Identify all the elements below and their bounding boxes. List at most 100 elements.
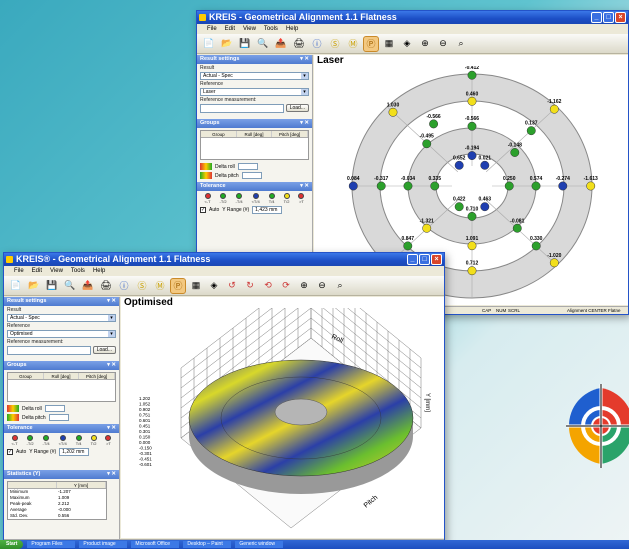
menu-help[interactable]: Help [286, 24, 298, 34]
yrange-field[interactable]: 1,423 mm [252, 206, 283, 214]
measure-m-icon[interactable]: Ⓜ [152, 278, 168, 294]
groups-table[interactable]: Group Roll [deg] Pitch [deg] [7, 372, 116, 402]
open-folder-icon[interactable]: 📂 [219, 36, 235, 52]
load-button[interactable]: Load... [285, 104, 309, 112]
flatness-3d-surface: 1.2021.0520.9020.7510.6010.4510.3010.150… [139, 308, 430, 529]
measure-m-icon[interactable]: Ⓜ [345, 36, 361, 52]
chevron-down-icon: ▾ [108, 315, 115, 321]
y-tick-label: 0.601 [139, 418, 151, 423]
maximize-button[interactable]: □ [419, 254, 430, 265]
zoom-in-icon[interactable]: ⊕ [417, 36, 433, 52]
front-window: KREIS® - Geometrical Alignment 1.1 Flatn… [3, 252, 445, 548]
delta-roll-label: Delta roll [22, 405, 42, 412]
taskbar-item[interactable]: Generic window [235, 541, 284, 548]
close-button[interactable]: × [431, 254, 442, 265]
3d-view-icon[interactable]: ◈ [399, 36, 415, 52]
delta-pitch-field[interactable] [241, 172, 262, 179]
new-file-icon[interactable]: 📄 [201, 36, 217, 52]
measure-s-icon[interactable]: Ⓢ [134, 278, 150, 294]
tolerance-legend: <-T -T/2 -T/4 <T/4 T/4 T/2 >T [4, 433, 119, 448]
auto-checkbox[interactable]: ✓ [200, 207, 206, 213]
reference-select[interactable]: Optimised ▾ [7, 330, 116, 338]
menu-view[interactable]: View [50, 266, 63, 276]
load-button[interactable]: Load... [92, 346, 116, 354]
zoom-out-icon[interactable]: ⊖ [314, 278, 330, 294]
delta-roll-field[interactable] [237, 163, 258, 170]
export-icon[interactable]: 📤 [80, 278, 96, 294]
menu-help[interactable]: Help [93, 266, 105, 276]
app-icon [6, 256, 13, 263]
measurement-value: 1.091 [466, 236, 479, 242]
ref-measurement-field[interactable] [200, 104, 284, 113]
measure-p-icon[interactable]: Ⓟ [363, 35, 379, 52]
info-icon[interactable]: ⓘ [116, 278, 132, 294]
result-select[interactable]: Actual - Spec ▾ [7, 314, 116, 322]
rotate-down-icon[interactable]: ⟳ [278, 278, 294, 294]
measurement-value: 0.084 [347, 176, 360, 182]
info-icon[interactable]: ⓘ [309, 36, 325, 52]
y-tick-label: 0.150 [139, 435, 151, 440]
measurement-value: 0.021 [479, 155, 492, 161]
menu-file[interactable]: File [14, 266, 24, 276]
menu-tools[interactable]: Tools [264, 24, 278, 34]
taskbar-item[interactable]: Program Files [27, 541, 76, 548]
measurement-value: 0.463 [479, 197, 492, 203]
print-icon[interactable]: 🖨 [291, 36, 307, 52]
print-preview-icon[interactable]: 🔍 [62, 278, 78, 294]
minimize-button[interactable]: _ [591, 12, 602, 23]
taskbar-item[interactable]: Microsoft Office [131, 541, 180, 548]
delta-pitch-field[interactable] [48, 414, 69, 421]
rotate-left-icon[interactable]: ↺ [224, 278, 240, 294]
measurement-point [586, 181, 596, 191]
result-label: Result [7, 307, 22, 313]
3d-view-icon[interactable]: ◈ [206, 278, 222, 294]
save-icon[interactable]: 💾 [44, 278, 60, 294]
menu-view[interactable]: View [243, 24, 256, 34]
save-icon[interactable]: 💾 [237, 36, 253, 52]
rotate-up-icon[interactable]: ⟲ [260, 278, 276, 294]
open-folder-icon[interactable]: 📂 [26, 278, 42, 294]
center-hole [274, 398, 328, 426]
delta-roll-label: Delta roll [215, 163, 235, 170]
table-view-icon[interactable]: ▦ [188, 278, 204, 294]
delta-roll-field[interactable] [44, 405, 65, 412]
menu-edit[interactable]: Edit [32, 266, 42, 276]
measurement-value: -0.148 [508, 142, 522, 148]
export-icon[interactable]: 📤 [273, 36, 289, 52]
taskbar-item[interactable]: Product image [79, 541, 128, 548]
yrange-field[interactable]: 1,202 mm [59, 448, 90, 456]
front-titlebar[interactable]: KREIS® - Geometrical Alignment 1.1 Flatn… [4, 253, 444, 266]
measurement-value: -0.317 [374, 176, 388, 182]
zoom-fit-icon[interactable]: ⌕ [453, 36, 469, 52]
new-file-icon[interactable]: 📄 [8, 278, 24, 294]
close-button[interactable]: × [615, 12, 626, 23]
measurement-point [480, 202, 490, 212]
minimize-button[interactable]: _ [407, 254, 418, 265]
table-view-icon[interactable]: ▦ [381, 36, 397, 52]
menu-tools[interactable]: Tools [71, 266, 85, 276]
print-preview-icon[interactable]: 🔍 [255, 36, 271, 52]
result-select[interactable]: Actual - Spec ▾ [200, 72, 309, 80]
rotate-right-icon[interactable]: ↻ [242, 278, 258, 294]
y-tick-label: 0.000 [139, 440, 151, 445]
delta-roll-icon [7, 405, 19, 412]
auto-checkbox[interactable]: ✓ [7, 449, 13, 455]
zoom-fit-icon[interactable]: ⌕ [332, 278, 348, 294]
back-titlebar[interactable]: KREIS - Geometrical Alignment 1.1 Flatne… [197, 11, 628, 24]
start-button[interactable]: Start [0, 540, 24, 549]
measurement-point [480, 160, 490, 170]
menu-file[interactable]: File [207, 24, 217, 34]
print-icon[interactable]: 🖨 [98, 278, 114, 294]
zoom-in-icon[interactable]: ⊕ [296, 278, 312, 294]
groups-table[interactable]: Group Roll [deg] Pitch [deg] [200, 130, 309, 160]
zoom-out-icon[interactable]: ⊖ [435, 36, 451, 52]
measure-p-icon[interactable]: Ⓟ [170, 277, 186, 294]
measurement-point [467, 121, 477, 131]
ref-measurement-field[interactable] [7, 346, 91, 355]
maximize-button[interactable]: □ [603, 12, 614, 23]
measure-s-icon[interactable]: Ⓢ [327, 36, 343, 52]
y-tick-label: 0.451 [139, 424, 151, 429]
reference-select[interactable]: Laser ▾ [200, 88, 309, 96]
taskbar-item[interactable]: Desktop – Paint [183, 541, 232, 548]
menu-edit[interactable]: Edit [225, 24, 235, 34]
